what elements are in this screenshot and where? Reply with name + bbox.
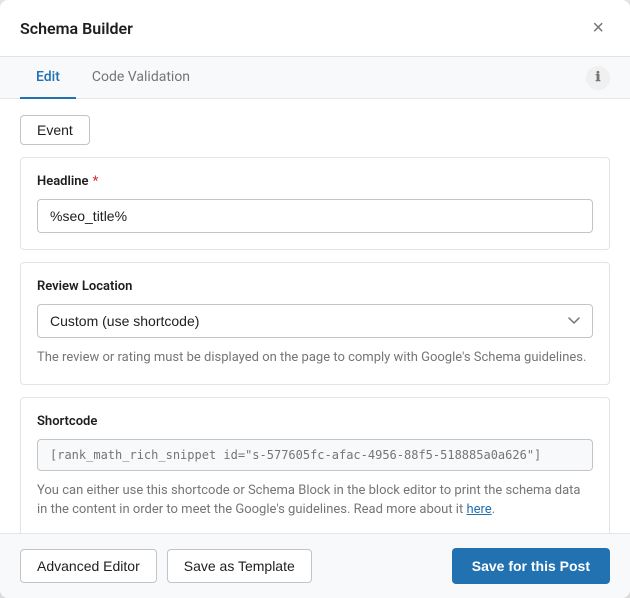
- shortcode-helper-text: You can either use this shortcode or Sch…: [37, 481, 593, 520]
- event-type-button[interactable]: Event: [20, 115, 90, 145]
- save-post-button[interactable]: Save for this Post: [452, 548, 610, 584]
- schema-builder-modal: Schema Builder × Edit Code Validation ℹ …: [0, 0, 630, 598]
- shortcode-label: Shortcode: [37, 414, 593, 429]
- review-location-label: Review Location: [37, 279, 593, 294]
- shortcode-section: Shortcode You can either use this shortc…: [20, 397, 610, 534]
- here-link[interactable]: here: [466, 502, 491, 517]
- modal-footer: Advanced Editor Save as Template Save fo…: [0, 533, 630, 598]
- headline-input[interactable]: [37, 199, 593, 233]
- tab-code-validation[interactable]: Code Validation: [76, 57, 206, 99]
- tabs-bar: Edit Code Validation ℹ: [0, 57, 630, 99]
- modal-title: Schema Builder: [20, 19, 133, 38]
- advanced-editor-button[interactable]: Advanced Editor: [20, 549, 157, 583]
- review-location-select[interactable]: Custom (use shortcode) Other: [37, 304, 593, 338]
- modal-body: Event Headline * Review Location Custom …: [0, 99, 630, 533]
- modal-header: Schema Builder ×: [0, 0, 630, 57]
- shortcode-input[interactable]: [37, 439, 593, 471]
- headline-section: Headline *: [20, 157, 610, 250]
- tab-edit[interactable]: Edit: [20, 57, 76, 99]
- footer-left-actions: Advanced Editor Save as Template: [20, 549, 312, 583]
- required-star: *: [93, 174, 99, 189]
- close-button[interactable]: ×: [586, 16, 610, 40]
- headline-label: Headline *: [37, 174, 593, 189]
- review-location-section: Review Location Custom (use shortcode) O…: [20, 262, 610, 385]
- review-location-helper: The review or rating must be displayed o…: [37, 348, 593, 368]
- event-type-container: Event: [20, 115, 610, 145]
- save-template-button[interactable]: Save as Template: [167, 549, 312, 583]
- info-icon[interactable]: ℹ: [586, 66, 610, 90]
